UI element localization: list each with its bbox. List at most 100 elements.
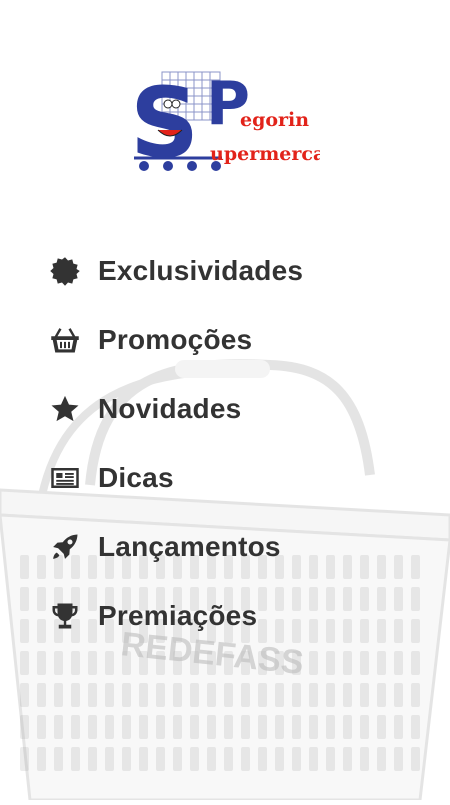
- logo-word-top: egorin: [240, 109, 309, 131]
- basket-slot: [88, 651, 97, 675]
- basket-slot: [343, 651, 352, 675]
- basket-slot: [360, 683, 369, 707]
- basket-slot: [343, 747, 352, 771]
- basket-slot: [54, 651, 63, 675]
- basket-slot: [326, 651, 335, 675]
- menu-item-novidades[interactable]: Novidades: [48, 374, 428, 443]
- basket-slot: [190, 683, 199, 707]
- basket-slot: [326, 715, 335, 739]
- rocket-icon: [48, 530, 82, 564]
- trophy-icon: [48, 599, 82, 633]
- menu-item-label: Lançamentos: [98, 530, 281, 562]
- basket-slot: [207, 747, 216, 771]
- basket-slot: [394, 747, 403, 771]
- basket-slot: [37, 619, 46, 643]
- basket-slot: [71, 715, 80, 739]
- menu-item-promocoes[interactable]: Promoções: [48, 305, 428, 374]
- basket-slot: [105, 651, 114, 675]
- basket-slot: [326, 747, 335, 771]
- basket-slot: [37, 555, 46, 579]
- basket-slot: [292, 747, 301, 771]
- basket-slot: [207, 715, 216, 739]
- basket-slot: [309, 715, 318, 739]
- basket-slot: [156, 683, 165, 707]
- basket-slot: [394, 651, 403, 675]
- basket-slot: [258, 683, 267, 707]
- basket-slot: [241, 715, 250, 739]
- menu-item-premiacoes[interactable]: Premiações: [48, 581, 428, 650]
- basket-slot: [224, 715, 233, 739]
- basket-slot: [275, 715, 284, 739]
- basket-slot: [37, 683, 46, 707]
- basket-slot: [37, 651, 46, 675]
- basket-slot: [360, 747, 369, 771]
- basket-slot: [20, 715, 29, 739]
- basket-slot: [20, 651, 29, 675]
- basket-slot: [343, 683, 352, 707]
- basket-slot: [394, 683, 403, 707]
- basket-icon: [48, 323, 82, 357]
- basket-slot: [122, 683, 131, 707]
- menu-item-exclusividades[interactable]: Exclusividades: [48, 236, 428, 305]
- menu-item-label: Promoções: [98, 323, 253, 355]
- basket-slot: [71, 683, 80, 707]
- menu-item-label: Exclusividades: [98, 254, 304, 286]
- basket-slot: [20, 587, 29, 611]
- basket-slot: [173, 715, 182, 739]
- menu-item-lancamentos[interactable]: Lançamentos: [48, 512, 428, 581]
- basket-slot: [190, 747, 199, 771]
- basket-slot: [20, 683, 29, 707]
- basket-slot: [241, 747, 250, 771]
- basket-slot: [411, 683, 420, 707]
- basket-slot: [207, 683, 216, 707]
- basket-slot: [37, 715, 46, 739]
- basket-slot: [258, 747, 267, 771]
- basket-slot: [54, 747, 63, 771]
- badge-icon: [48, 254, 82, 288]
- menu-item-label: Premiações: [98, 599, 258, 631]
- basket-slot: [326, 683, 335, 707]
- basket-slot: [37, 747, 46, 771]
- basket-slot: [139, 747, 148, 771]
- star-icon: [48, 392, 82, 426]
- basket-slot: [105, 683, 114, 707]
- basket-slot: [88, 715, 97, 739]
- basket-slot: [292, 683, 301, 707]
- basket-slot: [122, 747, 131, 771]
- basket-slot: [275, 683, 284, 707]
- basket-slot: [343, 715, 352, 739]
- basket-slot: [156, 747, 165, 771]
- basket-slot: [360, 715, 369, 739]
- basket-slot: [20, 619, 29, 643]
- logo-letter-s: S: [130, 68, 199, 178]
- basket-slot: [122, 715, 131, 739]
- supermarket-logo: S P egorin upermercado: [130, 67, 351, 179]
- menu-item-dicas[interactable]: Dicas: [48, 443, 428, 512]
- basket-slot: [88, 683, 97, 707]
- basket-slot: [275, 747, 284, 771]
- basket-slot: [411, 651, 420, 675]
- basket-slot: [258, 715, 267, 739]
- basket-slot: [105, 715, 114, 739]
- basket-slot: [88, 747, 97, 771]
- basket-slot: [224, 747, 233, 771]
- menu-item-label: Dicas: [98, 461, 174, 493]
- basket-slot: [411, 715, 420, 739]
- basket-slot: [37, 587, 46, 611]
- basket-slot: [173, 683, 182, 707]
- basket-slot: [377, 715, 386, 739]
- main-menu: Exclusividades Promoções Novidades Dicas…: [48, 236, 428, 650]
- basket-slot: [20, 747, 29, 771]
- basket-slot: [71, 651, 80, 675]
- basket-slot: [377, 651, 386, 675]
- basket-slot: [224, 683, 233, 707]
- basket-slot: [105, 747, 114, 771]
- basket-slot: [139, 715, 148, 739]
- basket-slot: [156, 715, 165, 739]
- basket-slot: [309, 747, 318, 771]
- basket-slot: [377, 747, 386, 771]
- basket-slot: [292, 715, 301, 739]
- menu-item-label: Novidades: [98, 392, 242, 424]
- basket-slot: [377, 683, 386, 707]
- basket-slot: [173, 747, 182, 771]
